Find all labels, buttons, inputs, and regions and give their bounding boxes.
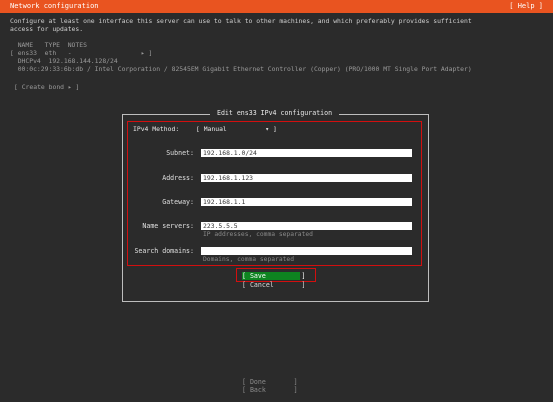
- search-domains-label: Search domains:: [134, 247, 194, 255]
- name-servers-input[interactable]: 223.5.5.5: [201, 222, 412, 230]
- address-input[interactable]: 192.168.1.123: [201, 174, 412, 182]
- intro-line-1: Configure at least one interface this se…: [10, 17, 472, 25]
- iface-table-header: NAME TYPE NOTES: [10, 41, 87, 49]
- back-button[interactable]: [ Back ]: [242, 386, 298, 394]
- subnet-label: Subnet:: [166, 149, 194, 157]
- help-button[interactable]: [ Help ]: [509, 2, 543, 10]
- address-label: Address:: [162, 174, 194, 182]
- save-button[interactable]: [ Save ]: [242, 272, 306, 280]
- name-servers-hint: IP addresses, comma separated: [203, 231, 313, 238]
- form-highlight-box: [127, 121, 422, 266]
- name-servers-label: Name servers:: [142, 222, 194, 230]
- gateway-input[interactable]: 192.168.1.1: [201, 198, 412, 206]
- ipv4-method-select[interactable]: [ Manual ▾ ]: [196, 125, 277, 133]
- dialog-title: Edit ens33 IPv4 configuration: [210, 109, 340, 117]
- create-bond-button[interactable]: [ Create bond ▸ ]: [14, 83, 79, 91]
- title-bar: Network configuration [ Help ]: [0, 0, 553, 13]
- page-title: Network configuration: [10, 2, 99, 10]
- intro-line-2: access for updates.: [10, 25, 84, 33]
- done-button[interactable]: [ Done ]: [242, 378, 298, 386]
- iface-hw-info: 00:0c:29:33:6b:db / Intel Corporation / …: [10, 65, 472, 73]
- cancel-button[interactable]: [ Cancel ]: [242, 281, 306, 289]
- iface-dhcp-info: DHCPv4 192.168.144.128/24: [10, 57, 118, 65]
- search-domains-hint: Domains, comma separated: [203, 256, 294, 263]
- subnet-input[interactable]: 192.168.1.0/24: [201, 149, 412, 157]
- search-domains-input[interactable]: [201, 247, 412, 255]
- iface-row-ens33[interactable]: [ ens33 eth - ▸ ]: [10, 49, 152, 57]
- gateway-label: Gateway:: [162, 198, 194, 206]
- ipv4-method-label: IPv4 Method:: [133, 125, 180, 133]
